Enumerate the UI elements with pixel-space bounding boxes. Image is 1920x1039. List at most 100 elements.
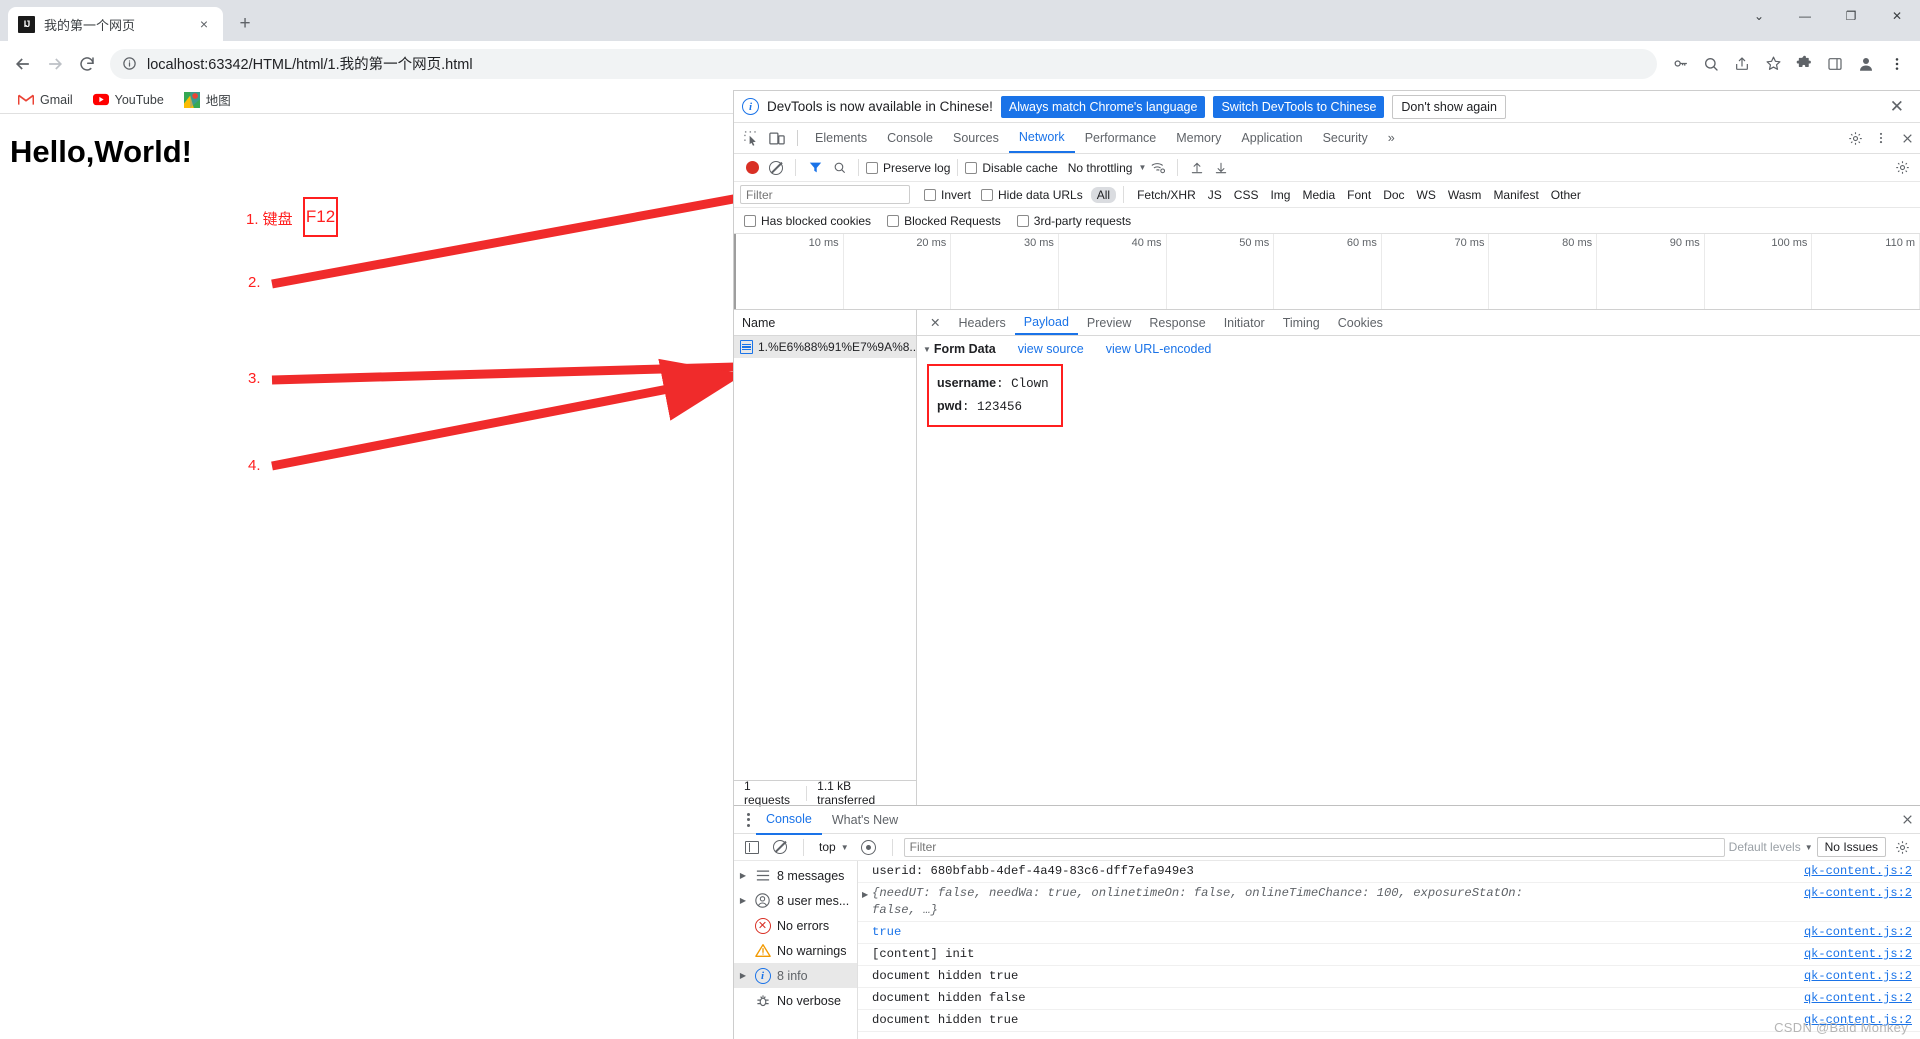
address-bar[interactable]: localhost:63342/HTML/html/1.我的第一个网页.html <box>110 48 1657 79</box>
console-message-source[interactable]: qk-content.js:2 <box>1804 863 1912 880</box>
filter-funnel-icon[interactable] <box>803 156 827 180</box>
detail-close-icon[interactable]: ✕ <box>921 310 949 335</box>
chevron-right-icon[interactable]: ▶ <box>862 887 868 904</box>
has-blocked-cookies-checkbox[interactable]: Has blocked cookies <box>744 214 871 228</box>
switch-to-chinese-button[interactable]: Switch DevTools to Chinese <box>1213 95 1385 118</box>
filter-type-font[interactable]: Font <box>1341 187 1377 203</box>
tab-performance[interactable]: Performance <box>1075 123 1167 153</box>
console-message[interactable]: userid: 680bfabb-4def-4a49-83c6-dff7efa9… <box>858 861 1920 883</box>
share-icon[interactable] <box>1727 49 1757 79</box>
invert-checkbox[interactable]: Invert <box>924 188 971 202</box>
console-message[interactable]: [content] init qk-content.js:2 <box>858 944 1920 966</box>
console-filter-input[interactable] <box>903 837 1725 857</box>
tab-application[interactable]: Application <box>1231 123 1312 153</box>
console-sidebar-user-messages[interactable]: ▶ 8 user mes... <box>734 888 857 913</box>
banner-close-icon[interactable]: ✕ <box>1882 97 1912 117</box>
view-source-link[interactable]: view source <box>1018 342 1084 356</box>
console-settings-gear-icon[interactable] <box>1890 835 1914 859</box>
console-sidebar-toggle-icon[interactable] <box>740 835 764 859</box>
console-message-source[interactable]: qk-content.js:2 <box>1804 946 1912 963</box>
console-message[interactable]: document hidden false qk-content.js:2 <box>858 988 1920 1010</box>
extensions-icon[interactable] <box>1789 49 1819 79</box>
detail-tab-initiator[interactable]: Initiator <box>1215 310 1274 335</box>
detail-tab-cookies[interactable]: Cookies <box>1329 310 1392 335</box>
tab-memory[interactable]: Memory <box>1166 123 1231 153</box>
drawer-more-icon[interactable] <box>740 812 756 827</box>
console-message[interactable]: document hidden true qk-content.js:2 <box>858 1010 1920 1032</box>
network-timeline-overview[interactable]: 10 ms 20 ms 30 ms 40 ms 50 ms 60 ms 70 m… <box>734 234 1920 310</box>
console-sidebar-errors[interactable]: ✕ No errors <box>734 913 857 938</box>
filter-type-fetch-xhr[interactable]: Fetch/XHR <box>1131 187 1202 203</box>
disable-cache-checkbox[interactable]: Disable cache <box>965 161 1058 175</box>
detail-tab-response[interactable]: Response <box>1140 310 1214 335</box>
console-sidebar-verbose[interactable]: No verbose <box>734 988 857 1013</box>
tab-console[interactable]: Console <box>877 123 943 153</box>
live-expression-icon[interactable] <box>857 835 881 859</box>
console-context-select[interactable]: top ▼ <box>815 840 853 854</box>
clear-button[interactable] <box>764 156 788 180</box>
window-close-icon[interactable]: ✕ <box>1874 0 1920 32</box>
filter-type-img[interactable]: Img <box>1264 187 1296 203</box>
tab-network[interactable]: Network <box>1008 123 1075 153</box>
request-row[interactable]: 1.%E6%88%91%E7%9A%8... <box>734 336 916 358</box>
console-clear-icon[interactable] <box>768 835 792 859</box>
drawer-tab-whats-new[interactable]: What's New <box>822 805 908 835</box>
requests-column-header[interactable]: Name <box>734 310 916 336</box>
devtools-settings-gear-icon[interactable] <box>1842 125 1868 151</box>
blocked-requests-checkbox[interactable]: Blocked Requests <box>887 214 1001 228</box>
tabs-overflow-icon[interactable]: » <box>1378 123 1405 153</box>
console-sidebar-info[interactable]: ▶ i 8 info <box>734 963 857 988</box>
devtools-more-icon[interactable] <box>1868 125 1894 151</box>
drawer-tab-console[interactable]: Console <box>756 805 822 835</box>
filter-type-doc[interactable]: Doc <box>1377 187 1410 203</box>
device-toolbar-icon[interactable] <box>764 125 790 151</box>
search-icon[interactable] <box>827 156 851 180</box>
window-expand-icon[interactable]: ⌄ <box>1736 0 1782 32</box>
export-har-icon[interactable] <box>1209 156 1233 180</box>
no-issues-button[interactable]: No Issues <box>1816 837 1886 857</box>
filter-type-manifest[interactable]: Manifest <box>1487 187 1544 203</box>
always-match-language-button[interactable]: Always match Chrome's language <box>1000 95 1206 118</box>
detail-tab-preview[interactable]: Preview <box>1078 310 1140 335</box>
throttling-select[interactable]: No throttling ▼ <box>1068 161 1147 175</box>
console-message[interactable]: true qk-content.js:2 <box>858 922 1920 944</box>
browser-tab[interactable]: IJ 我的第一个网页 × <box>8 7 223 41</box>
import-har-icon[interactable] <box>1185 156 1209 180</box>
third-party-requests-checkbox[interactable]: 3rd-party requests <box>1016 214 1131 228</box>
side-panel-icon[interactable] <box>1820 49 1850 79</box>
filter-type-all[interactable]: All <box>1090 186 1117 203</box>
filter-type-ws[interactable]: WS <box>1411 187 1442 203</box>
tab-elements[interactable]: Elements <box>805 123 877 153</box>
filter-type-media[interactable]: Media <box>1296 187 1341 203</box>
view-url-encoded-link[interactable]: view URL-encoded <box>1106 342 1212 356</box>
filter-type-js[interactable]: JS <box>1202 187 1228 203</box>
chrome-menu-icon[interactable] <box>1882 49 1912 79</box>
zoom-icon[interactable] <box>1696 49 1726 79</box>
console-sidebar-warnings[interactable]: No warnings <box>734 938 857 963</box>
detail-tab-timing[interactable]: Timing <box>1274 310 1329 335</box>
console-levels-select[interactable]: Default levels ▼ <box>1729 840 1813 854</box>
reload-icon[interactable] <box>72 49 102 79</box>
devtools-close-icon[interactable] <box>1894 125 1920 151</box>
network-filter-input[interactable] <box>740 185 910 204</box>
preserve-log-checkbox[interactable]: Preserve log <box>866 161 950 175</box>
detail-tab-payload[interactable]: Payload <box>1014 310 1078 335</box>
tab-close-icon[interactable]: × <box>195 15 213 33</box>
bookmark-star-icon[interactable] <box>1758 49 1788 79</box>
record-button[interactable] <box>740 156 764 180</box>
hide-data-urls-checkbox[interactable]: Hide data URLs <box>981 188 1083 202</box>
network-conditions-icon[interactable] <box>1146 156 1170 180</box>
console-sidebar-messages[interactable]: ▶ 8 messages <box>734 863 857 888</box>
window-minimize-icon[interactable]: — <box>1782 0 1828 32</box>
form-data-header[interactable]: ▼ Form Data view source view URL-encoded <box>917 342 1920 356</box>
bookmark-maps[interactable]: 地图 <box>176 87 239 112</box>
dont-show-again-button[interactable]: Don't show again <box>1392 94 1506 119</box>
password-key-icon[interactable] <box>1665 49 1695 79</box>
tab-sources[interactable]: Sources <box>943 123 1009 153</box>
network-settings-gear-icon[interactable] <box>1890 156 1914 180</box>
tab-security[interactable]: Security <box>1313 123 1378 153</box>
console-message-source[interactable]: qk-content.js:2 <box>1804 924 1912 941</box>
back-icon[interactable] <box>8 49 38 79</box>
bookmark-gmail[interactable]: Gmail <box>10 89 81 111</box>
profile-avatar-icon[interactable] <box>1851 49 1881 79</box>
